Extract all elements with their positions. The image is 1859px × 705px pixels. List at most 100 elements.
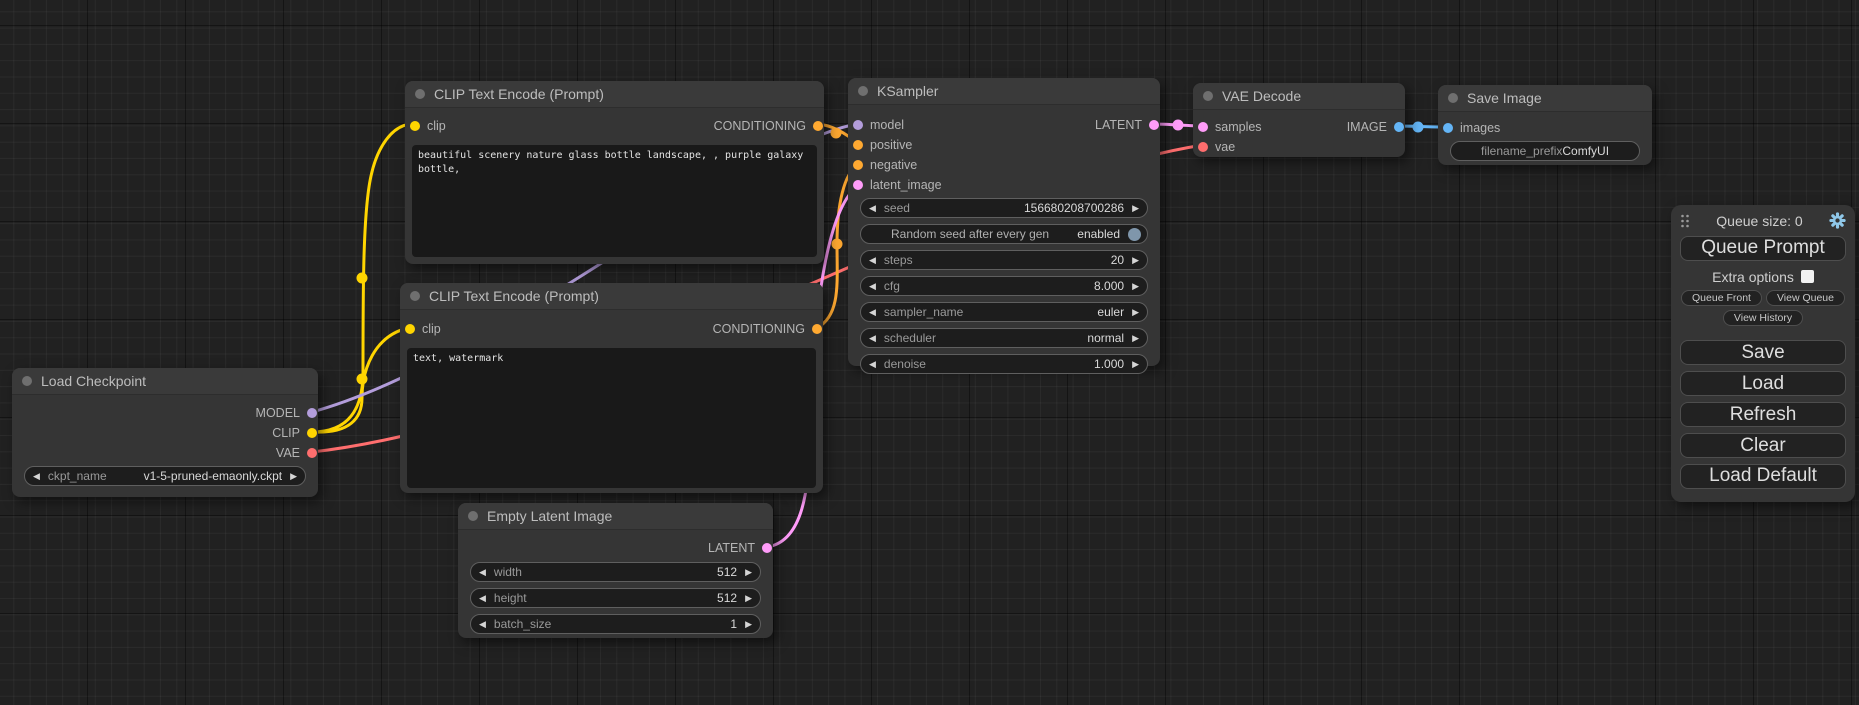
decrement-arrow-icon[interactable]: ◀ [869,355,876,373]
output-port-latent[interactable] [762,543,772,553]
node-title: Save Image [1467,90,1542,106]
toggle-enabled-indicator[interactable] [1128,228,1141,241]
decrement-arrow-icon[interactable]: ◀ [479,589,486,607]
collapse-toggle-icon[interactable] [415,89,425,99]
queue-panel[interactable]: Queue size: 0 Queue Prompt Extra options… [1671,205,1855,502]
collapse-toggle-icon[interactable] [1448,93,1458,103]
increment-arrow-icon[interactable]: ▶ [745,589,752,607]
increment-arrow-icon[interactable]: ▶ [745,615,752,633]
link-dot [357,374,368,385]
widget-denoise[interactable]: ◀ denoise 1.000 ▶ [860,354,1148,374]
decrement-arrow-icon[interactable]: ◀ [869,277,876,295]
drag-handle-icon[interactable] [1680,213,1690,229]
slot-row: clip CONDITIONING [405,116,824,136]
increment-arrow-icon[interactable]: ▶ [1132,303,1139,321]
output-port-image[interactable] [1394,122,1404,132]
node-load-checkpoint[interactable]: Load Checkpoint MODEL CLIP VAE ◀ ckpt_na… [12,368,318,497]
refresh-button[interactable]: Refresh [1680,402,1846,427]
increment-arrow-icon[interactable]: ▶ [1132,329,1139,347]
node-vae-decode[interactable]: VAE Decode samples IMAGE vae [1193,83,1405,157]
input-port-clip[interactable] [405,324,415,334]
input-port-samples[interactable] [1198,122,1208,132]
slot-row: images [1438,118,1652,138]
settings-gear-icon[interactable] [1829,212,1846,229]
decrement-arrow-icon[interactable]: ◀ [869,303,876,321]
queue-prompt-button[interactable]: Queue Prompt [1680,236,1846,261]
link-dot [1173,120,1184,131]
load-button[interactable]: Load [1680,371,1846,396]
collapse-toggle-icon[interactable] [22,376,32,386]
decrement-arrow-icon[interactable]: ◀ [869,251,876,269]
decrement-arrow-icon[interactable]: ◀ [33,467,40,485]
output-port-clip[interactable] [307,428,317,438]
load-default-button[interactable]: Load Default [1680,464,1846,489]
decrement-arrow-icon[interactable]: ◀ [479,563,486,581]
slot-row: vae [1193,137,1405,157]
link-dot [831,128,842,139]
input-port-vae[interactable] [1198,142,1208,152]
prompt-textarea[interactable]: beautiful scenery nature glass bottle la… [412,145,817,257]
slot-row: samples IMAGE [1193,117,1405,137]
slot-row: negative [848,155,1160,175]
increment-arrow-icon[interactable]: ▶ [290,467,297,485]
collapse-toggle-icon[interactable] [1203,91,1213,101]
input-port-images[interactable] [1443,123,1453,133]
widget-ckpt-name[interactable]: ◀ ckpt_name v1-5-pruned-emaonly.ckpt ▶ [24,466,306,486]
queue-front-button[interactable]: Queue Front [1681,290,1762,306]
input-port-model[interactable] [853,120,863,130]
input-port-clip[interactable] [410,121,420,131]
widget-cfg[interactable]: ◀ cfg 8.000 ▶ [860,276,1148,296]
view-queue-button[interactable]: View Queue [1766,290,1845,306]
increment-arrow-icon[interactable]: ▶ [1132,277,1139,295]
widget-random-seed-toggle[interactable]: Random seed after every gen enabled [860,224,1148,244]
increment-arrow-icon[interactable]: ▶ [745,563,752,581]
slot-row: LATENT [458,538,773,558]
node-ksampler[interactable]: KSampler model LATENT positive negative … [848,78,1160,366]
extra-options-checkbox[interactable] [1801,270,1814,283]
widget-seed[interactable]: ◀ seed 156680208700286 ▶ [860,198,1148,218]
increment-arrow-icon[interactable]: ▶ [1132,355,1139,373]
extra-options-label: Extra options [1712,269,1794,285]
widget-batch-size[interactable]: ◀ batch_size 1 ▶ [470,614,761,634]
widget-filename-prefix[interactable]: filename_prefix ComfyUI [1450,141,1640,161]
output-port-vae[interactable] [307,448,317,458]
clear-button[interactable]: Clear [1680,433,1846,458]
link-dot [832,239,843,250]
collapse-toggle-icon[interactable] [410,291,420,301]
node-empty-latent-image[interactable]: Empty Latent Image LATENT ◀ width 512 ▶ … [458,503,773,638]
input-port-latent-image[interactable] [853,180,863,190]
queue-size-label: Queue size: 0 [1690,213,1829,229]
link-dot [1413,122,1424,133]
link-dot [357,273,368,284]
increment-arrow-icon[interactable]: ▶ [1132,251,1139,269]
decrement-arrow-icon[interactable]: ◀ [869,199,876,217]
decrement-arrow-icon[interactable]: ◀ [479,615,486,633]
output-port-latent[interactable] [1149,120,1159,130]
widget-scheduler[interactable]: ◀ scheduler normal ▶ [860,328,1148,348]
node-clip-text-encode-positive[interactable]: CLIP Text Encode (Prompt) clip CONDITION… [405,81,824,264]
widget-width[interactable]: ◀ width 512 ▶ [470,562,761,582]
prompt-textarea[interactable]: text, watermark [407,348,816,488]
increment-arrow-icon[interactable]: ▶ [1132,199,1139,217]
node-title: CLIP Text Encode (Prompt) [429,288,599,304]
comfyui-canvas[interactable]: { "app": {"name": "ComfyUI node graph"},… [0,0,1859,705]
save-button[interactable]: Save [1680,340,1846,365]
slot-row: CLIP [12,423,318,443]
slot-row: positive [848,135,1160,155]
output-port-model[interactable] [307,408,317,418]
node-title: KSampler [877,83,938,99]
node-save-image[interactable]: Save Image images filename_prefix ComfyU… [1438,85,1652,165]
input-port-negative[interactable] [853,160,863,170]
decrement-arrow-icon[interactable]: ◀ [869,329,876,347]
view-history-button[interactable]: View History [1723,310,1803,326]
collapse-toggle-icon[interactable] [858,86,868,96]
output-port-conditioning[interactable] [813,121,823,131]
widget-sampler-name[interactable]: ◀ sampler_name euler ▶ [860,302,1148,322]
widget-height[interactable]: ◀ height 512 ▶ [470,588,761,608]
input-port-positive[interactable] [853,140,863,150]
node-clip-text-encode-negative[interactable]: CLIP Text Encode (Prompt) clip CONDITION… [400,283,823,493]
collapse-toggle-icon[interactable] [468,511,478,521]
node-title: Load Checkpoint [41,373,146,389]
widget-steps[interactable]: ◀ steps 20 ▶ [860,250,1148,270]
output-port-conditioning[interactable] [812,324,822,334]
